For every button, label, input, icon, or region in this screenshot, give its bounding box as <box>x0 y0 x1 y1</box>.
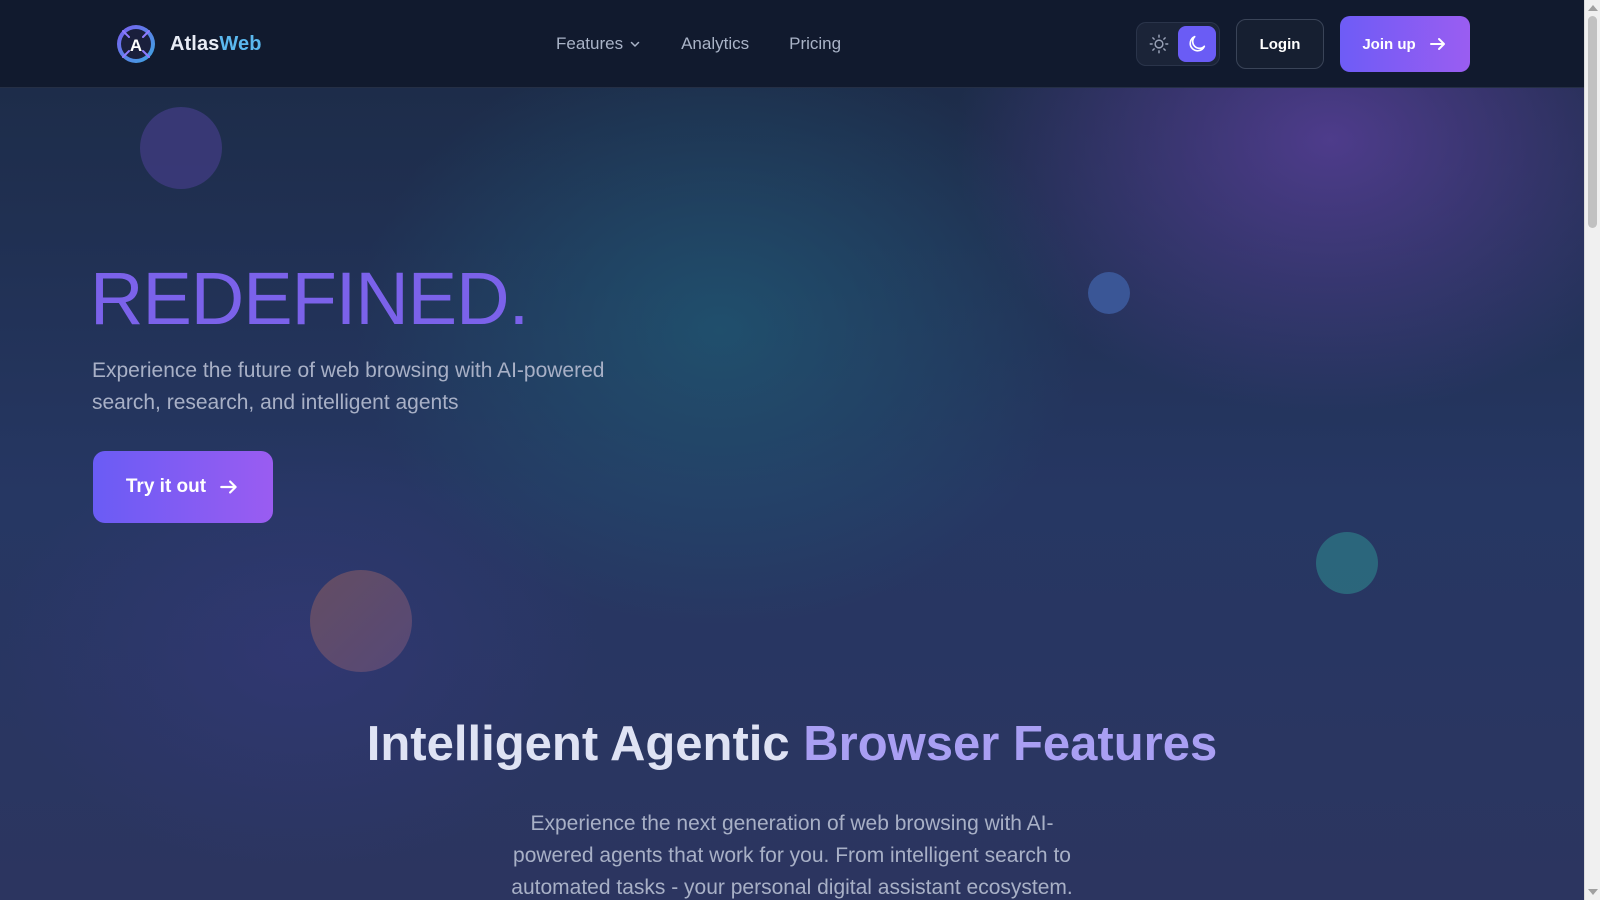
brand-name-part1: Atlas <box>170 32 220 55</box>
nav-item-analytics[interactable]: Analytics <box>681 34 749 54</box>
decorative-circle <box>140 107 222 189</box>
chevron-down-icon <box>630 41 640 47</box>
scroll-up-arrow-icon[interactable] <box>1588 5 1598 11</box>
brand-name-part2: Web <box>219 32 262 55</box>
nav-item-pricing-label: Pricing <box>789 34 842 53</box>
features-section-title: Intelligent Agentic Browser Features <box>0 714 1584 774</box>
arrow-right-icon <box>220 480 237 494</box>
nav-item-analytics-label: Analytics <box>681 34 750 53</box>
login-button[interactable]: Login <box>1236 19 1324 69</box>
nav-item-features[interactable]: Features <box>556 34 641 54</box>
brand-logo[interactable]: A AtlasWeb <box>117 24 262 64</box>
join-button-label: Join up <box>1362 35 1416 53</box>
decorative-circle <box>310 570 412 672</box>
login-button-label: Login <box>1259 35 1301 53</box>
hero-title: REDEFINED. <box>90 257 529 340</box>
main-nav: Features Analytics Pricing <box>556 30 881 58</box>
page-viewport: A AtlasWeb Features Analytics Pricing Lo… <box>0 0 1584 900</box>
logo-mark-icon: A <box>117 25 155 63</box>
try-it-out-button[interactable]: Try it out <box>93 451 273 523</box>
features-section-description: Experience the next generation of web br… <box>511 812 1073 899</box>
join-button[interactable]: Join up <box>1340 16 1470 72</box>
logo-letter: A <box>130 36 142 55</box>
arrow-right-icon <box>1429 38 1445 50</box>
scroll-down-arrow-icon[interactable] <box>1588 889 1598 895</box>
theme-toggle <box>1136 22 1220 66</box>
decorative-circle <box>1316 532 1378 594</box>
dark-theme-button[interactable] <box>1178 26 1216 62</box>
hero-subtitle: Experience the future of web browsing wi… <box>92 359 605 414</box>
nav-item-features-label: Features <box>556 34 624 53</box>
brand-name: AtlasWeb <box>170 33 262 56</box>
sun-icon <box>1149 34 1169 54</box>
decorative-circle <box>1088 272 1130 314</box>
try-it-out-label: Try it out <box>125 476 207 497</box>
features-title-part2: Browser Features <box>803 717 1218 771</box>
site-header: A AtlasWeb Features Analytics Pricing Lo… <box>0 0 1584 88</box>
moon-icon <box>1189 35 1206 52</box>
features-title-part1: Intelligent Agentic <box>366 717 790 771</box>
scrollbar-thumb[interactable] <box>1588 16 1597 228</box>
nav-item-pricing[interactable]: Pricing <box>789 34 841 54</box>
light-theme-button[interactable] <box>1140 26 1178 62</box>
page-scrollbar[interactable] <box>1584 0 1600 900</box>
